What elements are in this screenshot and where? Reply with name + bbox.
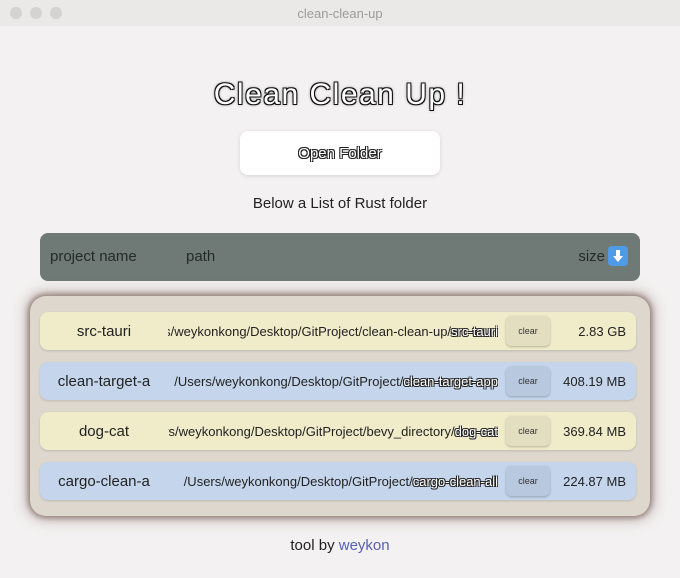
project-name: clean-target-a [57,372,151,390]
column-header-path: path [186,248,216,265]
open-folder-button[interactable]: Open Folder [240,131,440,175]
list-subtitle: Below a List of Rust folder [252,195,428,212]
path-prefix: /Users/weykonkong/Desktop/GitProject/ [174,373,404,389]
project-path: rs/weykonkong/Desktop/GitProject/bevy_di… [168,412,498,450]
size-header-label: size [578,247,605,265]
window-controls [10,7,62,19]
project-name: cargo-clean-a [58,472,150,490]
footer-text: tool by [290,537,335,554]
project-path: rs/weykonkong/Desktop/GitProject/clean-c… [168,312,498,350]
project-size: 408.19 MB [563,373,626,389]
column-header-size[interactable]: size [578,246,628,266]
project-name: dog-cat [78,422,130,440]
project-path: /Users/weykonkong/Desktop/GitProject/car… [168,462,498,500]
path-tail: clean-target-app [403,373,498,389]
close-window-button[interactable] [10,7,22,19]
project-row: cargo-clean-a /Users/weykonkong/Desktop/… [40,462,636,500]
path-tail: src-tauri [451,323,498,339]
clear-button[interactable]: clear [506,466,550,496]
path-tail: cargo-clean-all [412,473,498,489]
project-name: src-tauri [76,322,132,340]
project-row: dog-cat rs/weykonkong/Desktop/GitProject… [40,412,636,450]
column-header-project-name: project name [50,248,137,265]
app-title: Clean Clean Up ! [213,78,467,111]
maximize-window-button[interactable] [50,7,62,19]
window-title: clean-clean-up [297,5,383,21]
project-size: 224.87 MB [563,473,626,489]
footer: tool by weykon [0,537,680,554]
minimize-window-button[interactable] [30,7,42,19]
path-prefix: /Users/weykonkong/Desktop/GitProject/ [183,473,413,489]
project-row: clean-target-a /Users/weykonkong/Desktop… [40,362,636,400]
project-list: src-tauri rs/weykonkong/Desktop/GitProje… [30,296,650,516]
project-size: 2.83 GB [578,323,626,339]
clear-button[interactable]: clear [506,366,550,396]
path-tail: dog-cat [454,423,498,439]
project-path: /Users/weykonkong/Desktop/GitProject/cle… [168,362,498,400]
table-header: project name path size [40,233,640,281]
path-prefix: rs/weykonkong/Desktop/GitProject/clean-c… [168,323,452,339]
path-prefix: rs/weykonkong/Desktop/GitProject/bevy_di… [168,423,455,439]
clear-button[interactable]: clear [506,316,550,346]
author-link[interactable]: weykon [339,537,390,554]
project-row: src-tauri rs/weykonkong/Desktop/GitProje… [40,312,636,350]
sort-down-icon[interactable] [608,246,628,266]
clear-button[interactable]: clear [506,416,550,446]
project-size: 369.84 MB [563,423,626,439]
window-titlebar: clean-clean-up [0,0,680,26]
